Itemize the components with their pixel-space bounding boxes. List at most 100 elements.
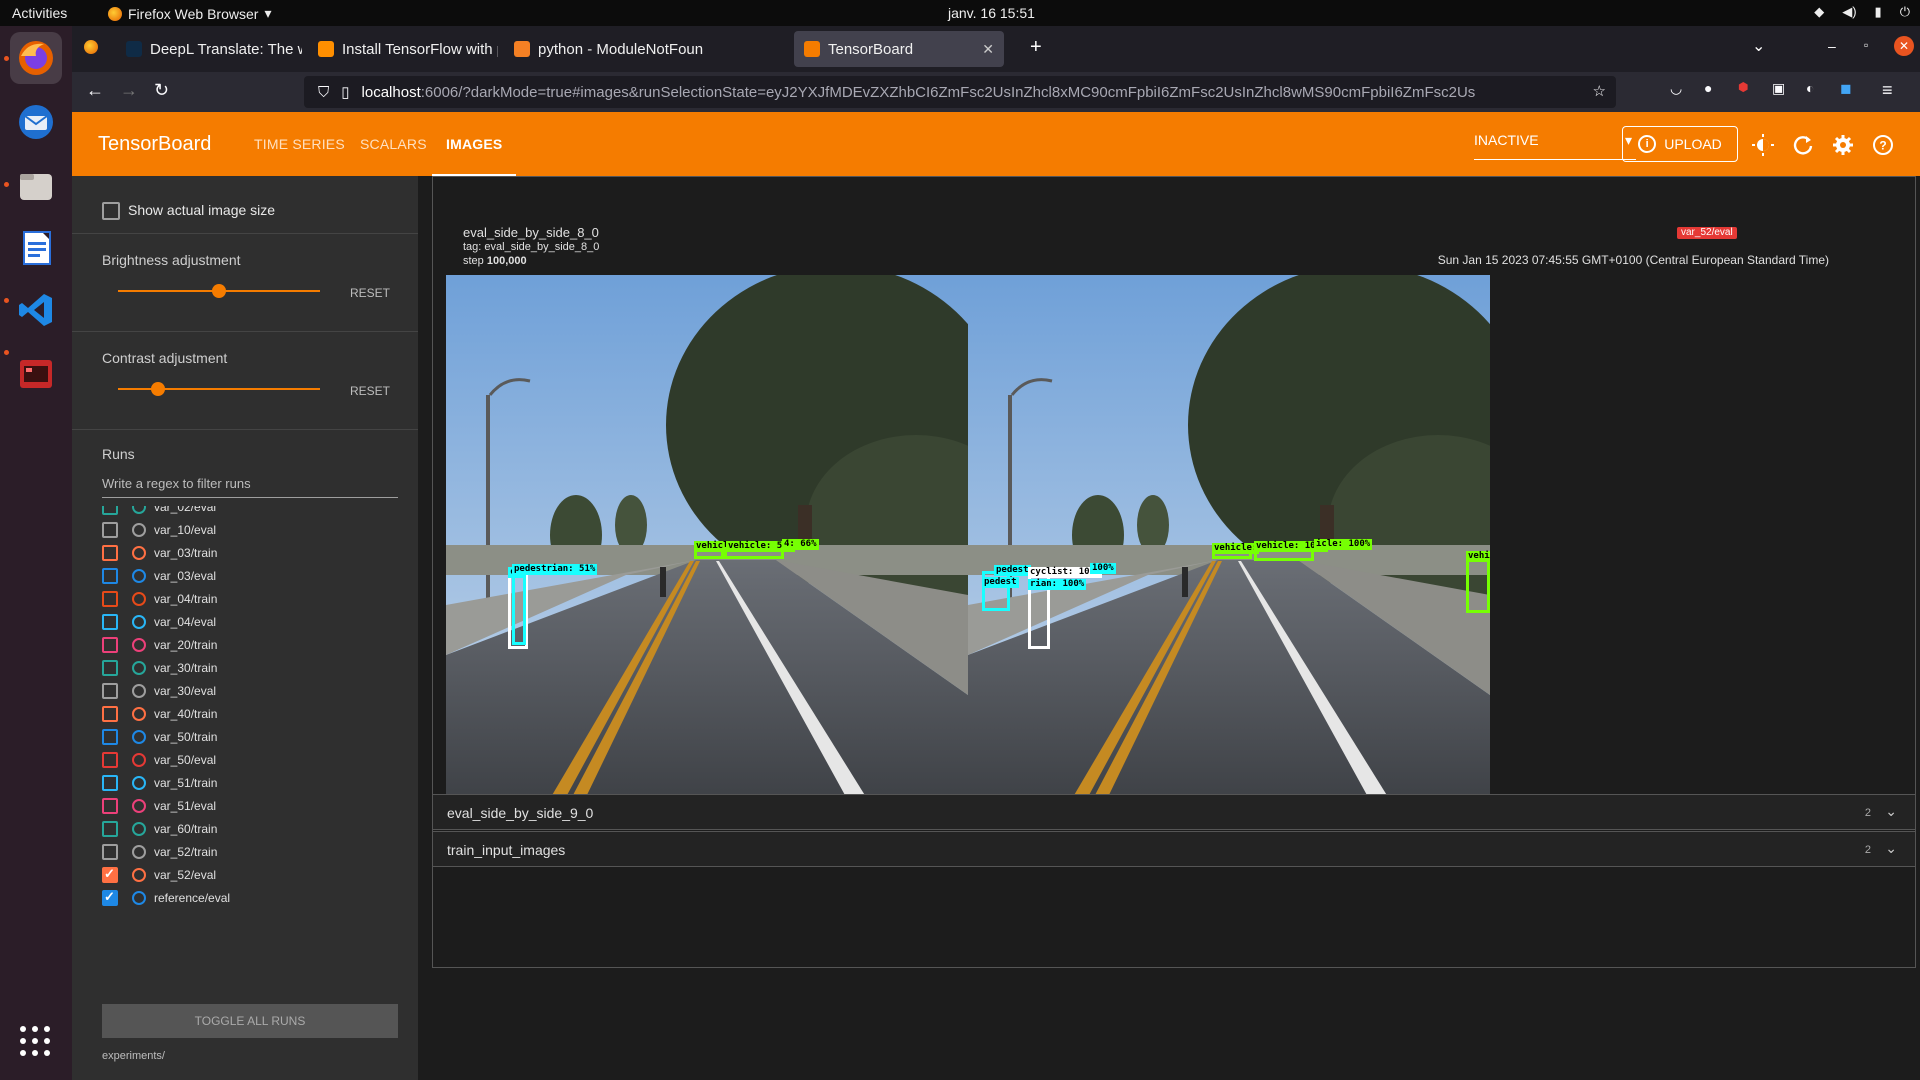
run-checkbox[interactable]: [102, 752, 118, 768]
run-row[interactable]: var_40/train: [102, 703, 392, 725]
menu-icon[interactable]: ≡: [1882, 80, 1893, 101]
files-dock-icon[interactable]: [10, 160, 62, 212]
contrast-slider[interactable]: [118, 382, 320, 396]
run-color-swatch[interactable]: [132, 569, 146, 583]
section-eval-side-by-side-9[interactable]: eval_side_by_side_9_0 2 ⌄: [432, 794, 1916, 830]
run-filter-input[interactable]: Write a regex to filter runs: [102, 470, 398, 498]
tab-time-series[interactable]: TIME SERIES: [254, 136, 345, 152]
run-row[interactable]: reference/eval: [102, 887, 392, 909]
contrast-slider-thumb[interactable]: [151, 382, 166, 396]
run-row[interactable]: var_20/train: [102, 634, 392, 656]
back-icon[interactable]: ←: [86, 80, 104, 101]
close-window-icon[interactable]: ✕: [1894, 36, 1914, 56]
run-row[interactable]: var_30/eval: [102, 680, 392, 702]
help-icon[interactable]: ?: [1872, 134, 1894, 156]
run-checkbox[interactable]: [102, 591, 118, 607]
run-color-swatch[interactable]: [132, 799, 146, 813]
firefox-dock-icon[interactable]: [10, 32, 62, 84]
run-color-swatch[interactable]: [132, 684, 146, 698]
theme-icon[interactable]: [1752, 134, 1774, 156]
run-row[interactable]: var_04/eval: [102, 611, 392, 633]
bookmark-star-icon[interactable]: ☆: [1593, 82, 1606, 100]
extension-icon[interactable]: ◼: [1840, 80, 1852, 97]
run-checkbox[interactable]: [102, 522, 118, 538]
minimize-icon[interactable]: –: [1828, 38, 1836, 54]
extension-icon[interactable]: ▣: [1772, 80, 1785, 97]
run-color-swatch[interactable]: [132, 822, 146, 836]
tab-tensorboard[interactable]: TensorBoard ✕: [794, 31, 1004, 67]
chevron-down-icon[interactable]: ⌄: [1885, 840, 1897, 857]
run-row[interactable]: var_51/train: [102, 772, 392, 794]
run-row[interactable]: var_52/eval: [102, 864, 392, 886]
page-info-icon[interactable]: ▯: [341, 83, 349, 101]
tab-scalars[interactable]: SCALARS: [360, 136, 427, 152]
image-right[interactable]: vehicle: vehicle: 100% icle: 100% pedest…: [968, 275, 1490, 797]
run-checkbox[interactable]: [102, 506, 118, 515]
run-color-swatch[interactable]: [132, 845, 146, 859]
power-icon[interactable]: ⏻: [1900, 4, 1910, 20]
volume-icon[interactable]: ◀): [1842, 4, 1856, 20]
run-color-swatch[interactable]: [132, 546, 146, 560]
account-icon[interactable]: ●: [1704, 80, 1712, 96]
show-actual-size-checkbox[interactable]: [102, 202, 120, 220]
run-checkbox[interactable]: [102, 729, 118, 745]
run-row[interactable]: var_51/eval: [102, 795, 392, 817]
run-row[interactable]: var_04/train: [102, 588, 392, 610]
run-checkbox[interactable]: [102, 866, 118, 883]
run-color-swatch[interactable]: [132, 638, 146, 652]
activities-button[interactable]: Activities: [12, 5, 67, 21]
run-color-swatch[interactable]: [132, 868, 146, 882]
run-row[interactable]: var_02/eval: [102, 506, 392, 518]
run-checkbox[interactable]: [102, 844, 118, 860]
run-color-swatch[interactable]: [132, 753, 146, 767]
run-row[interactable]: var_30/train: [102, 657, 392, 679]
ublock-icon[interactable]: ⬢: [1738, 80, 1748, 94]
writer-dock-icon[interactable]: [10, 222, 62, 274]
pocket-icon[interactable]: ◡: [1670, 80, 1682, 97]
run-color-swatch[interactable]: [132, 615, 146, 629]
forward-icon[interactable]: →: [120, 80, 138, 101]
run-color-swatch[interactable]: [132, 891, 146, 905]
maximize-icon[interactable]: ▫: [1864, 38, 1868, 52]
brand-title[interactable]: TensorBoard: [98, 133, 211, 156]
brightness-slider-thumb[interactable]: [212, 284, 226, 298]
upload-button[interactable]: i UPLOAD: [1622, 126, 1738, 162]
run-checkbox[interactable]: [102, 775, 118, 791]
reload-icon[interactable]: ↻: [154, 80, 169, 101]
run-checkbox[interactable]: [102, 545, 118, 561]
thunderbird-dock-icon[interactable]: [10, 96, 62, 148]
run-color-swatch[interactable]: [132, 661, 146, 675]
section-train-input-images[interactable]: train_input_images 2 ⌄: [432, 831, 1916, 867]
reload-select[interactable]: INACTIVE ▾: [1474, 132, 1636, 160]
contrast-reset-button[interactable]: RESET: [350, 384, 390, 398]
toggle-all-runs-button[interactable]: TOGGLE ALL RUNS: [102, 1004, 398, 1038]
brightness-slider[interactable]: [118, 284, 320, 298]
run-checkbox[interactable]: [102, 660, 118, 676]
run-color-swatch[interactable]: [132, 506, 146, 514]
new-tab-icon[interactable]: +: [1030, 36, 1042, 59]
vscode-dock-icon[interactable]: [10, 284, 62, 336]
extension-icon[interactable]: ◐: [1806, 80, 1814, 96]
firefox-view-icon[interactable]: [84, 40, 98, 54]
run-color-swatch[interactable]: [132, 523, 146, 537]
tracking-shield-icon[interactable]: ⛉: [318, 84, 329, 101]
tab-tensorflow[interactable]: Install TensorFlow with p ✕: [308, 31, 498, 67]
run-row[interactable]: var_50/train: [102, 726, 392, 748]
clock[interactable]: janv. 16 15:51: [948, 5, 1035, 21]
run-color-swatch[interactable]: [132, 592, 146, 606]
run-row[interactable]: var_52/train: [102, 841, 392, 863]
screenshot-dock-icon[interactable]: [10, 348, 62, 400]
run-row[interactable]: var_10/eval: [102, 519, 392, 541]
battery-icon[interactable]: ▮: [1875, 4, 1882, 20]
run-checkbox[interactable]: [102, 798, 118, 814]
run-checkbox[interactable]: [102, 568, 118, 584]
run-row[interactable]: var_03/train: [102, 542, 392, 564]
run-color-swatch[interactable]: [132, 707, 146, 721]
run-checkbox[interactable]: [102, 637, 118, 653]
app-menu[interactable]: Firefox Web Browser ▾: [108, 5, 271, 22]
run-checkbox[interactable]: [102, 889, 118, 906]
run-row[interactable]: var_03/eval: [102, 565, 392, 587]
tab-images[interactable]: IMAGES: [431, 136, 517, 176]
list-tabs-icon[interactable]: ⌄: [1752, 36, 1765, 56]
tab-deepl[interactable]: DeepL Translate: The wo ✕: [116, 31, 302, 67]
